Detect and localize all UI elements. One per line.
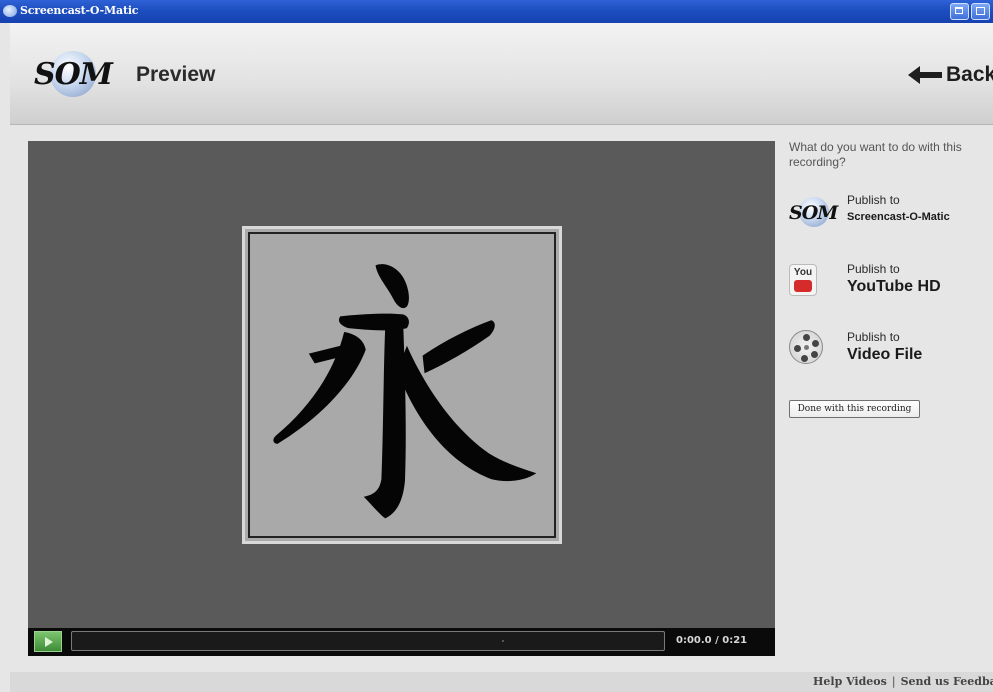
publish-video-file-option[interactable]: Publish to Video File <box>789 330 993 376</box>
maximize-button[interactable] <box>971 3 990 20</box>
film-reel-icon <box>789 330 823 364</box>
page-title: Preview <box>136 63 216 86</box>
seek-marker <box>502 640 504 642</box>
time-display: 0:00.0 / 0:21 <box>676 635 748 646</box>
help-videos-link[interactable]: Help Videos <box>813 675 887 688</box>
som-mini-text: SOM <box>789 202 838 224</box>
done-button[interactable]: Done with this recording <box>789 400 920 418</box>
header: SOM Preview Back <box>10 23 993 125</box>
play-button[interactable] <box>34 631 62 652</box>
window-title: Screencast-O-Matic <box>20 4 139 17</box>
footer-separator: | <box>891 675 896 688</box>
publish-target-name: Screencast-O-Matic <box>847 211 950 223</box>
publish-prefix: Publish to <box>847 330 900 344</box>
seek-bar[interactable] <box>71 631 665 651</box>
video-frame-inner <box>248 232 556 538</box>
youtube-icon: You <box>789 264 817 296</box>
minimize-icon <box>955 7 963 14</box>
app-icon <box>3 5 17 17</box>
play-icon <box>45 637 53 647</box>
player-controls: 0:00.0 / 0:21 <box>28 628 775 656</box>
publish-screencast-o-matic-option[interactable]: SOM Publish to Screencast-O-Matic <box>789 193 993 239</box>
back-label: Back <box>946 63 993 86</box>
publish-prefix: Publish to <box>847 193 900 207</box>
video-player[interactable]: 0:00.0 / 0:21 <box>28 141 775 656</box>
video-frame <box>242 226 562 544</box>
som-logo: SOM <box>32 51 114 97</box>
publish-question: What do you want to do with this recordi… <box>789 140 962 169</box>
logo-text: SOM <box>33 57 113 92</box>
app-window: Screencast-O-Matic SOM Preview Back 0:00… <box>0 0 993 692</box>
back-arrow-icon <box>908 66 942 84</box>
minimize-button[interactable] <box>950 3 969 20</box>
send-feedback-link[interactable]: Send us Feedback <box>901 675 993 688</box>
youtube-tube-shape <box>794 280 812 292</box>
som-logo-icon: SOM <box>789 197 838 227</box>
footer: Help Videos | Send us Feedback <box>10 672 993 692</box>
youtube-icon-text: You <box>793 267 813 278</box>
publish-target-name: YouTube HD <box>847 278 941 295</box>
footer-links: Help Videos | Send us Feedback <box>813 675 993 688</box>
title-bar[interactable]: Screencast-O-Matic <box>0 0 993 23</box>
maximize-icon <box>976 7 985 15</box>
kanji-yong-image <box>273 264 537 519</box>
publish-prefix: Publish to <box>847 262 900 276</box>
publish-youtube-option[interactable]: You Publish to YouTube HD <box>789 262 993 308</box>
publish-target-name: Video File <box>847 346 923 363</box>
